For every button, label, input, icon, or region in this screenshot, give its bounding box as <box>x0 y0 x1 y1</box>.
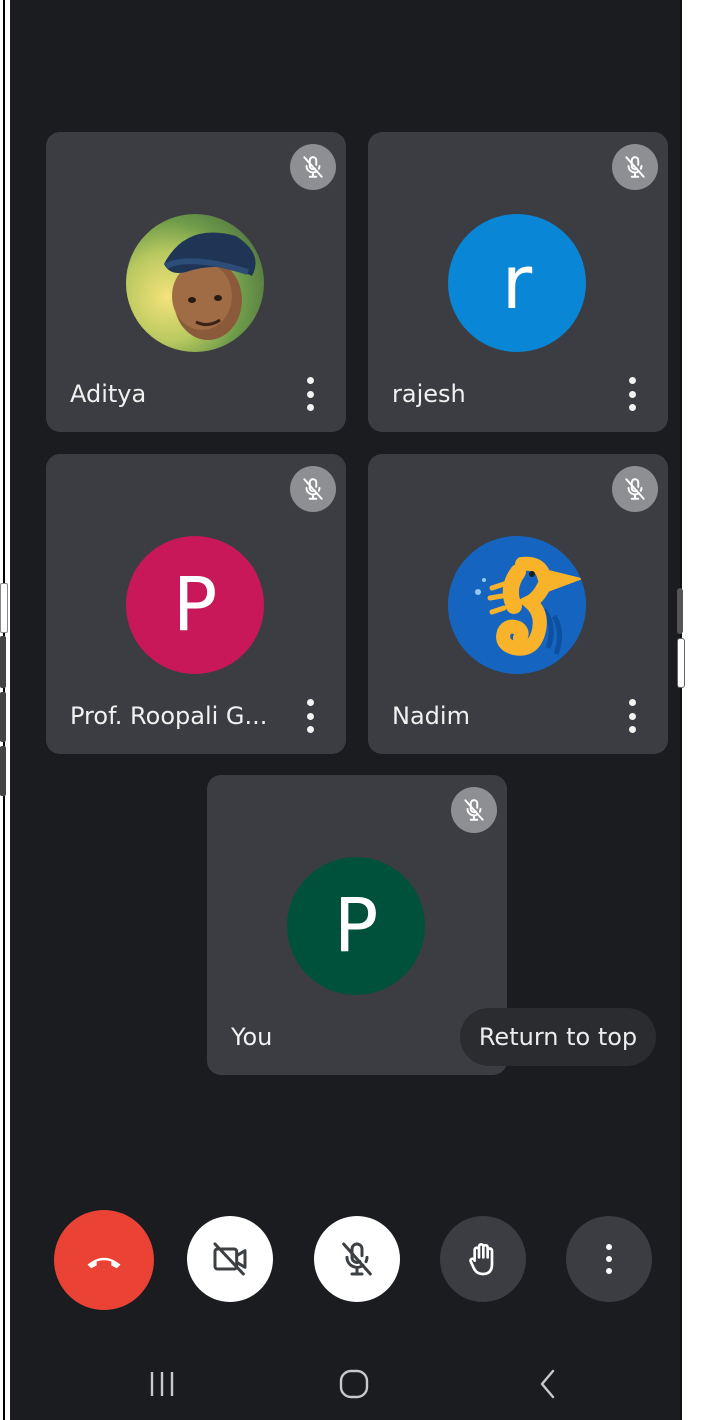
profile-photo <box>164 232 256 340</box>
device-side-key <box>0 636 6 688</box>
return-to-top-button[interactable]: Return to top <box>460 1008 656 1066</box>
avatar: r <box>448 214 586 352</box>
seahorse-icon <box>448 536 586 674</box>
mic-off-icon <box>612 144 658 190</box>
device-frame-right <box>680 0 682 1420</box>
mic-toggle-button[interactable] <box>314 1216 400 1302</box>
participant-name: Aditya <box>70 380 147 408</box>
more-vert-icon[interactable] <box>304 377 316 411</box>
more-vert-icon[interactable] <box>626 699 638 733</box>
device-side-key <box>0 746 6 796</box>
device-side-key <box>677 638 685 688</box>
mic-off-icon <box>451 787 497 833</box>
mic-off-icon <box>342 1242 372 1276</box>
more-vert-icon <box>605 1244 613 1274</box>
avatar: P <box>287 857 425 995</box>
home-button[interactable] <box>336 1362 372 1406</box>
more-vert-icon[interactable] <box>626 377 638 411</box>
avatar-initial: r <box>501 240 533 326</box>
participant-tile[interactable]: Aditya <box>46 132 346 432</box>
home-icon <box>339 1369 369 1399</box>
device-side-key <box>0 692 6 742</box>
avatar-initial: P <box>172 562 218 648</box>
recents-icon <box>150 1372 174 1396</box>
call-end-icon <box>87 1257 121 1269</box>
mic-off-icon <box>290 144 336 190</box>
meet-call-screen: Aditya r rajesh P Prof. Roopali G... Nad… <box>10 0 680 1420</box>
end-call-button[interactable] <box>54 1210 154 1310</box>
avatar-initial: P <box>333 883 379 969</box>
participant-tile[interactable]: Nadim <box>368 454 668 754</box>
videocam-off-icon <box>213 1242 247 1276</box>
recents-button[interactable] <box>144 1362 180 1406</box>
more-options-button[interactable] <box>566 1216 652 1302</box>
back-icon <box>540 1369 555 1399</box>
participant-tile[interactable]: P Prof. Roopali G... <box>46 454 346 754</box>
participant-name: Prof. Roopali G... <box>70 702 268 730</box>
mic-off-icon <box>612 466 658 512</box>
back-button[interactable] <box>530 1362 566 1406</box>
device-side-key <box>677 588 683 634</box>
avatar <box>448 536 586 674</box>
participant-name: rajesh <box>392 380 466 408</box>
device-side-key <box>0 583 8 633</box>
avatar <box>126 214 264 352</box>
mic-off-icon <box>290 466 336 512</box>
participant-name: You <box>231 1023 273 1051</box>
more-vert-icon[interactable] <box>304 699 316 733</box>
participant-name: Nadim <box>392 702 470 730</box>
raise-hand-button[interactable] <box>440 1216 526 1302</box>
avatar: P <box>126 536 264 674</box>
participant-tile[interactable]: r rajesh <box>368 132 668 432</box>
camera-toggle-button[interactable] <box>187 1216 273 1302</box>
hand-icon <box>469 1243 494 1276</box>
